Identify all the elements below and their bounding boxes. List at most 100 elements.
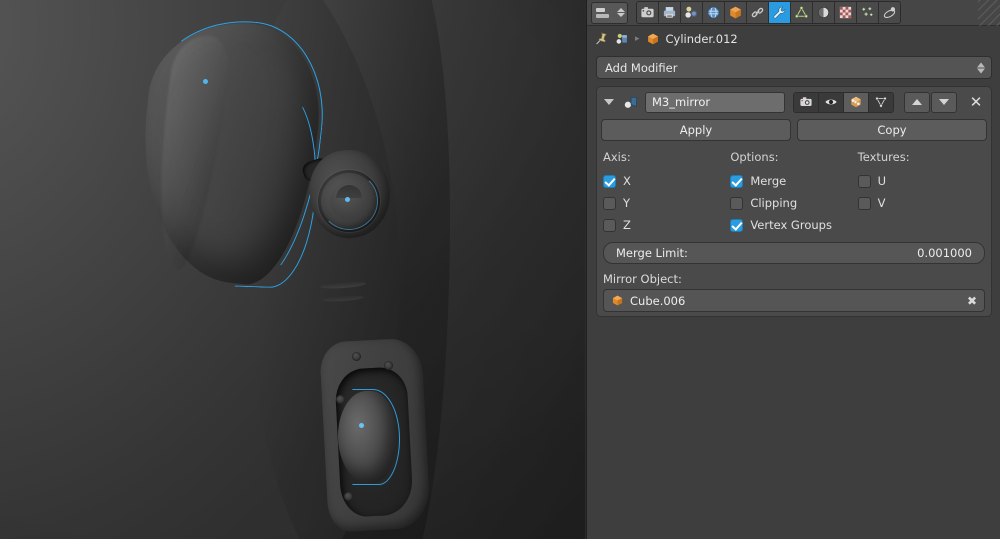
tab-physics[interactable] <box>879 2 900 23</box>
move-up-icon[interactable] <box>904 91 930 113</box>
modifier-name-value: M3_mirror <box>652 95 711 109</box>
sphere-checker-icon <box>817 6 830 19</box>
tab-scene[interactable] <box>703 2 725 23</box>
toggle-render-visibility[interactable] <box>794 92 819 112</box>
checkbox-row-texture-v[interactable]: V <box>857 192 985 214</box>
checkbox-merge[interactable] <box>730 174 744 188</box>
modifier-display-toggles <box>793 91 894 113</box>
checkbox-vertex-groups[interactable] <box>730 218 744 232</box>
chain-icon <box>751 7 764 18</box>
options-column-title: Options: <box>730 150 779 164</box>
editor-type-selector[interactable] <box>591 1 628 24</box>
tab-render[interactable] <box>637 2 659 23</box>
checkbox-texture-u[interactable] <box>857 174 871 188</box>
mirror-object-label: Mirror Object: <box>603 272 682 286</box>
copy-button[interactable]: Copy <box>797 119 987 141</box>
checkbox-texture-v[interactable] <box>857 196 871 210</box>
model-screw <box>336 395 345 404</box>
checkbox-row-axis-x[interactable]: X <box>603 170 730 192</box>
checkbox-row-axis-y[interactable]: Y <box>603 192 730 214</box>
checkbox-row-clipping[interactable]: Clipping <box>730 192 857 214</box>
properties-editor-icon <box>594 5 617 20</box>
add-modifier-label: Add Modifier <box>605 60 678 75</box>
tab-output[interactable] <box>659 2 681 23</box>
apply-button[interactable]: Apply <box>601 119 791 141</box>
modifier-reorder-buttons <box>904 91 957 113</box>
close-icon[interactable]: ✕ <box>965 93 987 112</box>
mirror-object-field[interactable]: Cube.006 ✖ <box>603 289 985 312</box>
modifier-action-buttons: Apply Copy <box>601 119 987 141</box>
axis-column-title: Axis: <box>603 150 631 164</box>
properties-editor: ▸ Cylinder.012 Add Modifier M3_mirror ✕ … <box>586 0 1000 539</box>
mesh-object-icon <box>611 294 624 307</box>
object-data-icon[interactable] <box>615 32 629 46</box>
checkbox-texture-v-label: V <box>877 196 886 210</box>
camera-icon <box>800 97 812 107</box>
chevron-down-icon[interactable] <box>601 93 617 111</box>
model-screw <box>384 361 393 370</box>
editor-resize-grip[interactable] <box>978 0 1000 26</box>
checkbox-axis-y-label: Y <box>623 196 631 210</box>
toggle-edit-mode-display[interactable] <box>844 92 869 112</box>
tab-world[interactable] <box>725 2 747 23</box>
globe-icon <box>707 6 720 19</box>
dropdown-chevrons-icon <box>977 62 985 73</box>
checkbox-row-vertex-groups[interactable]: Vertex Groups <box>730 214 857 236</box>
mesh-object-icon <box>646 32 660 46</box>
mirror-object-value: Cube.006 <box>630 293 686 308</box>
origin-point-dial <box>345 197 350 202</box>
clear-x-icon[interactable]: ✖ <box>966 295 978 307</box>
origin-point-lobe <box>203 79 208 84</box>
wrench-icon <box>773 6 786 19</box>
tab-texture[interactable] <box>835 2 857 23</box>
pin-icon[interactable] <box>595 32 609 46</box>
tab-modifiers[interactable] <box>769 2 791 23</box>
origin-point-lower-blob <box>359 423 364 428</box>
eye-icon <box>825 99 837 105</box>
tab-particles[interactable] <box>857 2 879 23</box>
modifier-block-mirror: M3_mirror ✕ Apply Copy Axis: X Y Z Optio… <box>596 86 992 317</box>
checkbox-row-texture-u[interactable]: U <box>857 170 985 192</box>
merge-limit-label: Merge Limit: <box>616 246 688 260</box>
textures-column-title: Textures: <box>857 150 910 164</box>
printer-icon <box>663 7 676 18</box>
checkbox-clipping[interactable] <box>730 196 744 210</box>
toggle-viewport-visibility[interactable] <box>819 92 844 112</box>
tab-material[interactable] <box>813 2 835 23</box>
properties-tab-strip[interactable] <box>636 1 901 24</box>
tab-object-constraints[interactable] <box>747 2 769 23</box>
checkbox-axis-x-label: X <box>623 174 631 188</box>
checkbox-row-merge[interactable]: Merge <box>730 170 857 192</box>
3d-viewport[interactable] <box>0 0 585 539</box>
checkbox-axis-y[interactable] <box>603 196 616 210</box>
merge-limit-slider[interactable]: Merge Limit: 0.001000 <box>603 242 985 264</box>
tab-view-layer[interactable] <box>681 2 703 23</box>
checkbox-vertex-groups-label: Vertex Groups <box>750 218 832 232</box>
modifier-panel: Add Modifier M3_mirror ✕ Apply Copy Axis… <box>587 52 1000 317</box>
checkbox-clipping-label: Clipping <box>750 196 798 210</box>
camera-back-icon <box>641 7 654 18</box>
model-screw <box>344 492 353 501</box>
model-screw <box>352 352 361 361</box>
move-down-icon[interactable] <box>931 91 957 113</box>
tab-object-data[interactable] <box>791 2 813 23</box>
modifier-name-input[interactable]: M3_mirror <box>645 91 785 113</box>
merge-limit-value: 0.001000 <box>917 246 972 260</box>
checkbox-row-axis-z[interactable]: Z <box>603 214 730 236</box>
mirror-modifier-icon <box>621 93 641 111</box>
column-options: Options: Merge Clipping Vertex Groups <box>730 150 857 236</box>
breadcrumb: ▸ Cylinder.012 <box>587 26 1000 52</box>
checkbox-axis-z[interactable] <box>603 218 616 232</box>
copy-button-label: Copy <box>877 123 907 137</box>
triangle-mesh-icon <box>795 6 808 18</box>
toggle-on-cage[interactable] <box>869 92 893 112</box>
physics-orbit-icon <box>883 7 896 18</box>
edit-mode-icon <box>851 96 861 108</box>
checkbox-axis-z-label: Z <box>623 218 631 232</box>
checkbox-axis-x[interactable] <box>603 174 616 188</box>
blender-window: ▸ Cylinder.012 Add Modifier M3_mirror ✕ … <box>0 0 1000 539</box>
apply-button-label: Apply <box>679 123 713 137</box>
checker-icon <box>839 6 852 19</box>
editor-type-chevrons-icon <box>617 8 625 17</box>
add-modifier-dropdown[interactable]: Add Modifier <box>596 56 992 79</box>
